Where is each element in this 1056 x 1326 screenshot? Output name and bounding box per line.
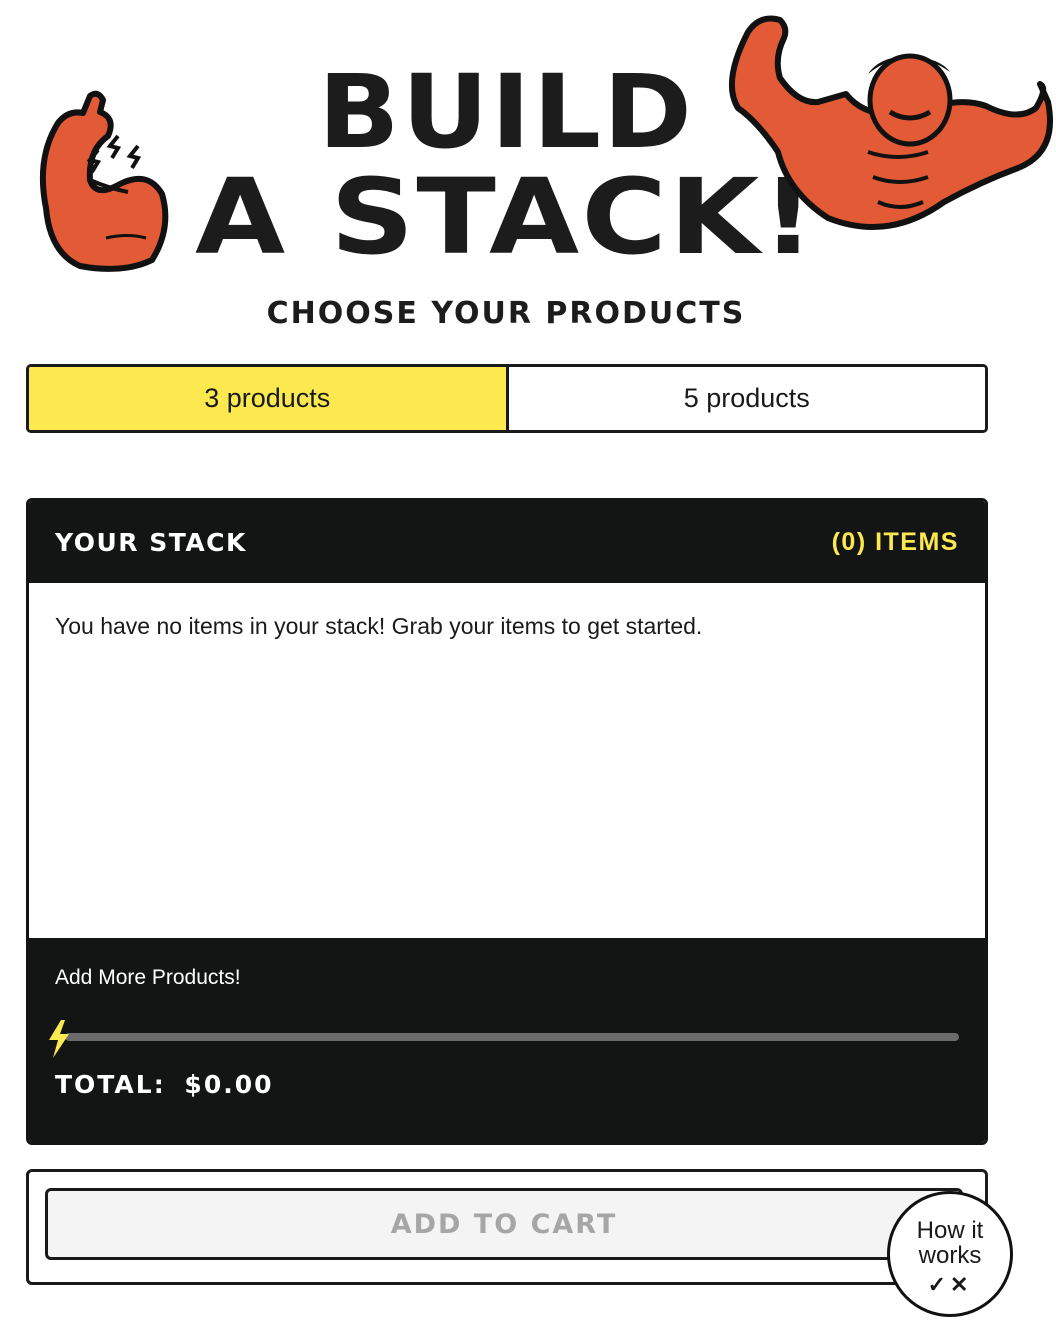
- add-to-cart-button[interactable]: ADD TO CART: [45, 1188, 963, 1260]
- tab-5-products[interactable]: 5 products: [508, 367, 985, 430]
- stack-progress-bar: [65, 1033, 959, 1041]
- tab-3-products[interactable]: 3 products: [29, 367, 509, 430]
- empty-stack-message: You have no items in your stack! Grab yo…: [55, 613, 703, 639]
- how-it-works-button[interactable]: How it works ✓✕: [887, 1191, 1013, 1317]
- stack-total: TOTAL: $0.00: [55, 1070, 274, 1099]
- stack-item-count: (0) ITEMS: [831, 527, 959, 556]
- stack-header: YOUR STACK (0) ITEMS: [29, 501, 985, 583]
- choose-products-heading: CHOOSE YOUR PRODUCTS: [266, 296, 746, 331]
- lightning-bolt-icon: [49, 1020, 69, 1058]
- cart-section: ADD TO CART: [26, 1169, 988, 1285]
- add-more-products-label: Add More Products!: [55, 966, 241, 989]
- check-close-icon: ✓✕: [927, 1272, 973, 1297]
- hero: BUILD A STACK! CHOOSE YOUR PRODUCTS: [0, 0, 1056, 331]
- strongman-icon: [728, 15, 1053, 230]
- total-label: TOTAL:: [55, 1070, 166, 1099]
- your-stack-panel: YOUR STACK (0) ITEMS You have no items i…: [26, 498, 988, 1145]
- stack-footer: Add More Products! TOTAL: $0.00: [29, 938, 985, 1142]
- how-it-works-label: How it works: [916, 1217, 984, 1269]
- total-value: $0.00: [184, 1070, 274, 1099]
- product-count-tabs: 3 products 5 products: [26, 364, 988, 433]
- stack-title: YOUR STACK: [55, 527, 247, 557]
